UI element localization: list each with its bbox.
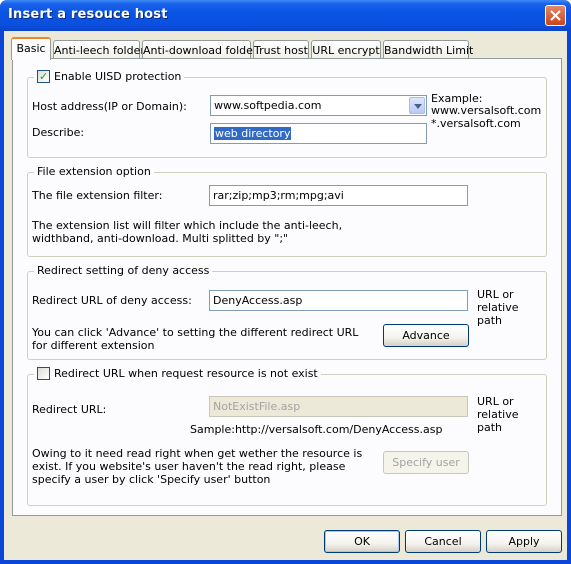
host-address-combobox[interactable]: www.softpedia.com xyxy=(210,95,427,116)
close-button[interactable] xyxy=(545,5,566,26)
enable-uisd-checkbox[interactable]: ✓ xyxy=(37,70,50,83)
tab-bandwidth-limit[interactable]: Bandwidth Limit xyxy=(383,40,473,59)
redirect-notexist-label: Redirect URL when request resource is no… xyxy=(54,367,318,380)
dialog-window: Insert a resouce host Basic Anti-leech f… xyxy=(0,0,571,564)
redirect-notexist-checkbox[interactable] xyxy=(37,367,50,380)
ok-button[interactable]: OK xyxy=(324,530,400,553)
redirect-notexist-group: Redirect URL when request resource is no… xyxy=(27,367,547,506)
file-extension-group: File extension option The file extension… xyxy=(27,165,547,257)
tab-trust-host[interactable]: Trust host xyxy=(253,40,309,59)
specify-user-button[interactable]: Specify user xyxy=(383,451,469,474)
notexist-url-hint: URL or relative path xyxy=(477,395,519,434)
notexist-note: Owing to it need read right when get wet… xyxy=(32,447,363,486)
deny-url-label: Redirect URL of deny access: xyxy=(32,294,192,307)
tab-anti-download-folder[interactable]: Anti-download folder xyxy=(142,40,257,59)
extension-note: The extension list will filter which inc… xyxy=(32,219,343,245)
deny-note: You can click 'Advance' to setting the d… xyxy=(32,326,359,352)
title-bar[interactable]: Insert a resouce host xyxy=(0,0,571,31)
sample-url-text: Sample:http://versalsoft.com/DenyAccess.… xyxy=(190,423,443,436)
redirect-notexist-group-title: Redirect URL when request resource is no… xyxy=(34,367,321,380)
apply-button[interactable]: Apply xyxy=(486,530,562,553)
dialog-client: Basic Anti-leech folder Anti-download fo… xyxy=(4,31,567,560)
describe-label: Describe: xyxy=(32,126,85,139)
example-line-1: www.versalsoft.com xyxy=(431,104,542,117)
tab-panel-basic: ✓ Enable UISD protection Host address(IP… xyxy=(12,58,562,516)
cancel-button[interactable]: Cancel xyxy=(405,530,481,553)
notexist-url-input[interactable]: NotExistFile.asp xyxy=(209,396,468,417)
tab-url-encrypt[interactable]: URL encrypt xyxy=(311,40,381,59)
tab-basic[interactable]: Basic xyxy=(11,37,51,60)
deny-url-input[interactable]: DenyAccess.asp xyxy=(209,290,468,311)
notexist-url-label: Redirect URL: xyxy=(32,403,107,416)
extension-filter-input[interactable]: rar;zip;mp3;rm;mpg;avi xyxy=(209,185,468,206)
chevron-down-icon[interactable] xyxy=(409,97,425,114)
redirect-deny-group: Redirect setting of deny access Redirect… xyxy=(27,264,547,360)
window-title: Insert a resouce host xyxy=(8,7,168,22)
uisd-group: ✓ Enable UISD protection Host address(IP… xyxy=(27,70,547,158)
enable-uisd-label: Enable UISD protection xyxy=(54,70,182,83)
describe-input[interactable]: web directory xyxy=(210,123,427,144)
file-extension-group-title: File extension option xyxy=(34,165,154,178)
deny-url-hint: URL or relative path xyxy=(477,288,519,327)
example-line-2: *.versalsoft.com xyxy=(431,117,521,130)
advance-button[interactable]: Advance xyxy=(383,324,469,347)
redirect-deny-group-title: Redirect setting of deny access xyxy=(34,264,213,277)
uisd-group-title: ✓ Enable UISD protection xyxy=(34,70,185,83)
close-icon xyxy=(550,10,561,21)
host-address-label: Host address(IP or Domain): xyxy=(32,100,187,113)
checkmark-icon: ✓ xyxy=(39,70,49,83)
tab-anti-leech-folder[interactable]: Anti-leech folder xyxy=(53,40,145,59)
extension-filter-label: The file extension filter: xyxy=(32,189,163,202)
